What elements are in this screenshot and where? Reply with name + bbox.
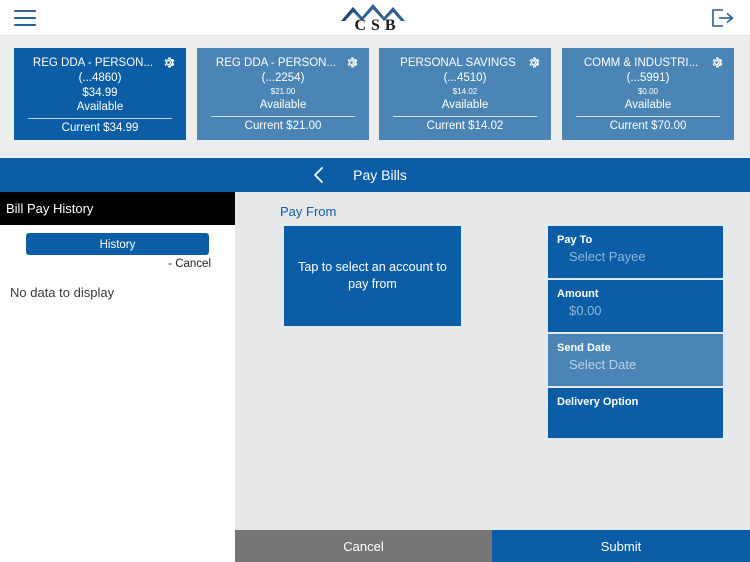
- hamburger-line: [14, 24, 36, 26]
- field-label: Send Date: [557, 342, 611, 354]
- account-current-balance: Current $21.00: [244, 120, 322, 132]
- gear-glyph-icon: [712, 57, 723, 68]
- account-title: REG DDA - PERSON...: [215, 57, 337, 69]
- account-card[interactable]: REG DDA - PERSON... (...2254) $21.00 Availa…: [197, 48, 369, 140]
- account-card-header: REG DDA - PERSON...: [207, 55, 359, 71]
- pay-to-field[interactable]: Pay To Select Payee: [548, 226, 723, 278]
- account-card[interactable]: COMM & INDUSTRI... (...5991) $0.00 Availabl…: [562, 48, 734, 140]
- account-title: COMM & INDUSTRI...: [583, 57, 699, 69]
- account-available-label: Available: [624, 99, 672, 111]
- account-card-header: PERSONAL SAVINGS: [389, 55, 541, 71]
- account-available-label: Available: [259, 99, 307, 111]
- gear-icon[interactable]: [526, 55, 541, 70]
- account-card-header: COMM & INDUSTRI...: [572, 55, 724, 71]
- gear-icon[interactable]: [161, 55, 176, 70]
- logo-text: CSB: [354, 17, 401, 34]
- account-available-amount: $21.00: [270, 87, 296, 96]
- account-current-balance: Current $14.02: [426, 120, 504, 132]
- logout-icon[interactable]: [710, 8, 736, 28]
- gear-glyph-icon: [529, 57, 540, 68]
- account-available-label: Available: [441, 99, 489, 111]
- history-button[interactable]: History: [26, 233, 209, 255]
- pay-bills-nav-bar: Pay Bills: [0, 158, 750, 192]
- account-number: (...2254): [261, 72, 305, 84]
- account-available-amount: $0.00: [637, 87, 659, 96]
- account-number: (...5991): [626, 72, 670, 84]
- cancel-history-link[interactable]: - Cancel: [168, 258, 211, 270]
- pay-bills-form: Pay From Tap to select an account to pay…: [235, 192, 750, 530]
- field-value: Select Payee: [569, 249, 646, 264]
- page-title: Pay Bills: [353, 167, 407, 183]
- account-available-amount: $14.02: [452, 87, 478, 96]
- account-title: PERSONAL SAVINGS: [400, 57, 516, 69]
- gear-glyph-icon: [164, 57, 175, 68]
- account-number: (...4860): [78, 72, 122, 84]
- app-bar: CSB: [0, 0, 750, 36]
- form-action-bar: Cancel Submit: [235, 530, 750, 562]
- gear-glyph-icon: [347, 57, 358, 68]
- pay-from-label: Pay From: [280, 204, 337, 219]
- account-current-balance: Current $34.99: [61, 122, 139, 134]
- cancel-button[interactable]: Cancel: [235, 530, 492, 562]
- field-label: Delivery Option: [557, 396, 639, 408]
- gear-icon[interactable]: [709, 55, 724, 70]
- field-value: Select Date: [569, 357, 637, 372]
- account-card-header: REG DDA - PERSON...: [24, 55, 176, 71]
- hamburger-line: [14, 10, 36, 12]
- delivery-option-field[interactable]: Delivery Option: [548, 388, 723, 438]
- field-value: $0.00: [569, 303, 602, 318]
- account-available-label: Available: [76, 101, 124, 113]
- amount-field[interactable]: Amount $0.00: [548, 280, 723, 332]
- account-current-balance: Current $70.00: [609, 120, 687, 132]
- csb-mountain-logo: CSB: [329, 2, 421, 34]
- logout-glyph-icon: [712, 9, 734, 27]
- accounts-strip: REG DDA - PERSON... (...4860) $34.99 Availa…: [0, 36, 750, 158]
- bill-pay-history-panel: Bill Pay History History - Cancel No dat…: [0, 192, 235, 562]
- field-label: Pay To: [557, 234, 593, 246]
- bill-pay-history-header: Bill Pay History: [0, 192, 235, 225]
- field-label: Amount: [557, 288, 599, 300]
- account-card[interactable]: REG DDA - PERSON... (...4860) $34.99 Availa…: [14, 48, 186, 140]
- submit-button[interactable]: Submit: [492, 530, 750, 562]
- hamburger-line: [14, 17, 36, 19]
- hamburger-menu-icon[interactable]: [14, 10, 36, 26]
- gear-icon[interactable]: [344, 55, 359, 70]
- account-card[interactable]: PERSONAL SAVINGS (...4510) $14.02 Available…: [379, 48, 551, 140]
- account-title: REG DDA - PERSON...: [32, 57, 154, 69]
- empty-state-message: No data to display: [10, 285, 115, 300]
- send-date-field[interactable]: Send Date Select Date: [548, 334, 723, 386]
- account-available-amount: $34.99: [82, 87, 118, 99]
- pay-from-selector[interactable]: Tap to select an account to pay from: [284, 226, 461, 326]
- account-number: (...4510): [443, 72, 487, 84]
